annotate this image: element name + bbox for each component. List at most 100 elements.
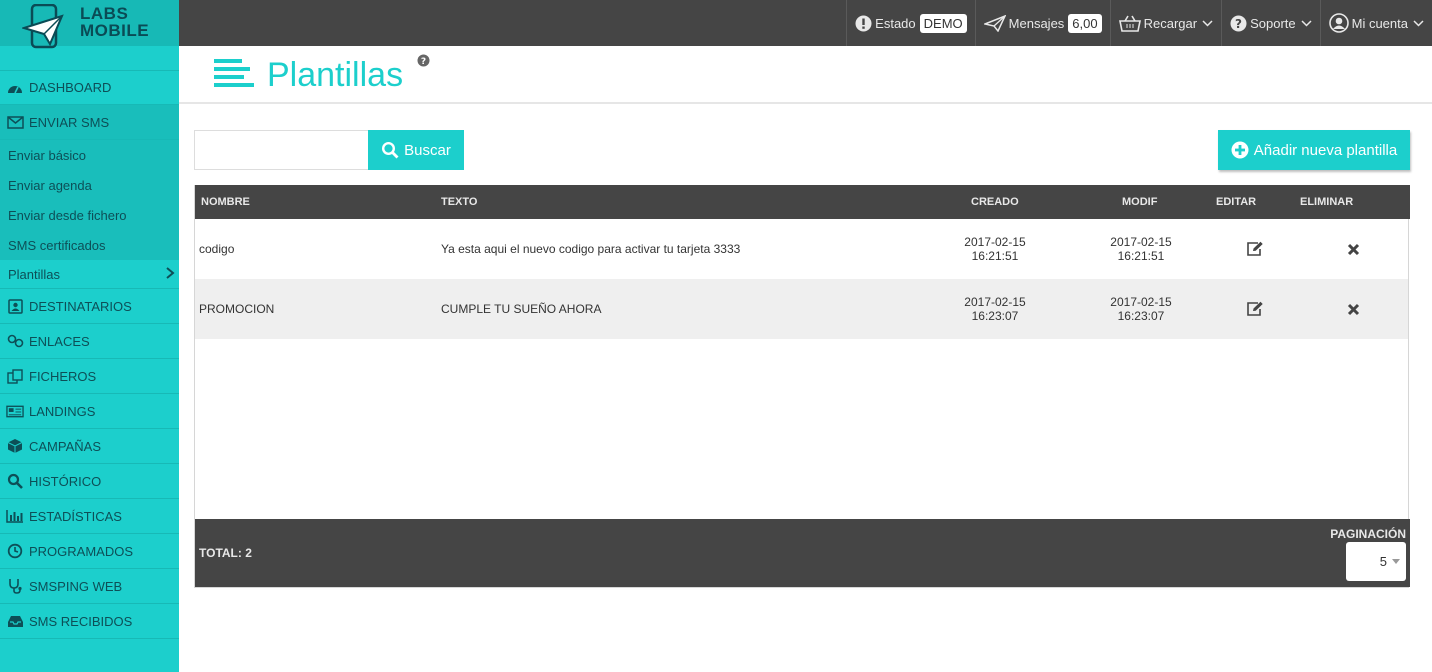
cell-texto: CUMPLE TU SUEÑO AHORA [441,302,602,316]
sidebar-item-campanas[interactable]: CAMPAÑAS [0,429,179,464]
recargar-menu[interactable]: Recargar [1109,0,1221,46]
add-template-button[interactable]: Añadir nueva plantilla [1218,130,1410,170]
table-footer: TOTAL: 2 PAGINACIÓN 5 [195,519,1410,587]
mensajes-badge: 6,00 [1068,13,1102,33]
logo[interactable]: LABS MOBILE [0,0,179,49]
chevron-down-icon [1413,19,1424,27]
basket-icon [1118,15,1141,32]
question-circle-icon: ? [1230,15,1247,32]
modif-time: 16:21:51 [1117,249,1165,263]
cell-modif: 2017-02-15 16:21:51 [1091,219,1191,279]
mensajes-menu[interactable]: Mensajes 6,00 [974,0,1110,46]
chevron-down-icon [1202,19,1213,27]
sidebar-item-landings[interactable]: LANDINGS [0,394,179,429]
creado-time: 16:23:07 [971,309,1019,323]
sidebar-item-destinatarios[interactable]: DESTINATARIOS [0,289,179,324]
bar-chart-icon [6,508,24,524]
delete-icon[interactable] [1347,303,1360,316]
table-row: PROMOCION CUMPLE TU SUEÑO AHORA 2017-02-… [195,279,1408,339]
total-count: TOTAL: 2 [199,546,252,560]
edit-icon[interactable] [1246,301,1264,317]
column-header-nombre[interactable]: NOMBRE [201,185,250,219]
column-header-texto[interactable]: TEXTO [441,185,477,219]
help-icon[interactable]: ? [417,54,430,72]
pagination-select[interactable]: 5 [1346,542,1406,581]
submenu-item-enviar-fichero[interactable]: Enviar desde fichero [0,200,179,230]
exclamation-circle-icon [855,15,872,32]
align-left-icon [214,57,256,94]
estado-badge: DEMO [919,13,967,33]
dashboard-icon [6,80,24,96]
sidebar-item-label: ESTADÍSTICAS [29,508,122,524]
column-header-editar: EDITAR [1216,196,1257,208]
svg-text:?: ? [1235,17,1242,31]
cell-nombre: PROMOCION [199,302,275,316]
user-circle-icon [1328,13,1349,33]
delete-icon[interactable] [1347,243,1360,256]
logo-text-line1: LABS [80,4,129,23]
modif-time: 16:23:07 [1117,309,1165,323]
submenu-item-sms-certificados[interactable]: SMS certificados [0,230,179,260]
search-input[interactable] [194,130,369,170]
sidebar-item-label: LANDINGS [29,403,96,419]
submenu-item-enviar-agenda[interactable]: Enviar agenda [0,170,179,200]
search-button[interactable]: Buscar [368,130,464,170]
cube-icon [6,438,24,454]
chevron-down-icon [1301,19,1312,27]
sidebar-item-label: ENVIAR SMS [29,114,110,130]
sidebar-item-programados[interactable]: PROGRAMADOS [0,534,179,569]
sidebar-item-sms-recibidos[interactable]: SMS RECIBIDOS [0,604,179,639]
creado-date: 2017-02-15 [964,235,1026,249]
column-header-modif[interactable]: MODIF [1122,185,1157,219]
sidebar-item-label: DESTINATARIOS [29,298,132,314]
cell-modif: 2017-02-15 16:23:07 [1091,279,1191,339]
sidebar-item-historico[interactable]: HISTÓRICO [0,464,179,499]
edit-icon[interactable] [1246,241,1264,257]
submenu-item-plantillas[interactable]: Plantillas [0,260,179,289]
pagination-value: 5 [1379,554,1387,569]
soporte-menu[interactable]: ? Soporte [1221,0,1320,46]
sidebar: LABS MOBILE DASHBOARD ENVIAR SMS Enviar … [0,0,179,672]
sidebar-item-enlaces[interactable]: ENLACES [0,324,179,359]
sidebar-item-smsping-web[interactable]: SMSPING WEB [0,569,179,604]
mensajes-label: Mensajes [1008,15,1065,31]
creado-time: 16:21:51 [971,249,1019,263]
search-button-label: Buscar [404,141,451,159]
column-header-eliminar: ELIMINAR [1300,196,1354,208]
sidebar-item-label: ENLACES [29,333,90,349]
files-icon [6,368,24,384]
link-icon [6,333,24,349]
sidebar-item-estadisticas[interactable]: ESTADÍSTICAS [0,499,179,534]
sidebar-item-ficheros[interactable]: FICHEROS [0,359,179,394]
page-title: Plantillas [267,56,404,94]
sidebar-submenu-enviar-sms: Enviar básico Enviar agenda Enviar desde… [0,140,179,289]
recargar-label: Recargar [1143,15,1198,31]
cell-texto: Ya esta aqui el nuevo codigo para activa… [441,242,741,256]
submenu-item-label: Plantillas [8,266,61,282]
cuenta-label: Mi cuenta [1351,15,1408,31]
sidebar-item-label: PROGRAMADOS [29,543,134,559]
submenu-item-enviar-basico[interactable]: Enviar básico [0,140,179,170]
sidebar-item-label: SMSPING WEB [29,578,123,594]
sidebar-item-enviar-sms[interactable]: ENVIAR SMS [0,105,179,140]
sidebar-item-label: FICHEROS [29,368,97,384]
estado-label: Estado [875,15,916,31]
table-row: codigo Ya esta aqui el nuevo codigo para… [195,219,1408,279]
estado-menu[interactable]: Estado DEMO [846,0,974,46]
cuenta-menu[interactable]: Mi cuenta [1319,0,1432,46]
sidebar-item-dashboard[interactable]: DASHBOARD [0,70,179,105]
pagination-label: PAGINACIÓN [1330,527,1406,541]
envelope-icon [6,114,24,130]
add-template-label: Añadir nueva plantilla [1253,141,1398,159]
cell-creado: 2017-02-15 16:21:51 [945,219,1045,279]
search-icon [6,473,24,489]
sidebar-item-label: CAMPAÑAS [29,438,101,454]
templates-table: NOMBRE TEXTO CREADO MODIF EDITAR ELIMINA… [194,185,1410,588]
column-header-creado[interactable]: CREADO [971,185,1019,219]
logo-icon [22,4,64,49]
sidebar-item-label: HISTÓRICO [29,473,102,489]
paper-plane-icon [983,14,1006,32]
topbar: Estado DEMO Mensajes 6,00 Recargar ? Sop… [179,0,1432,46]
stethoscope-icon [6,578,24,594]
table-header: NOMBRE TEXTO CREADO MODIF EDITAR ELIMINA… [195,185,1410,219]
